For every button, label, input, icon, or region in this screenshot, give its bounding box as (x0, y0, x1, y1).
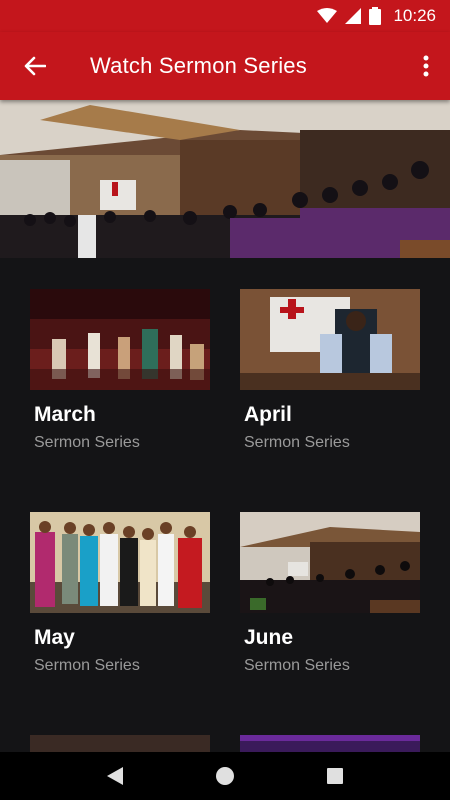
nav-home-icon (216, 767, 234, 785)
app-bar: Watch Sermon Series (0, 32, 450, 100)
sermon-series-grid: March Sermon Series April Sermon Series (0, 258, 450, 752)
arrow-back-icon (24, 56, 46, 76)
signal-icon (345, 8, 362, 24)
back-button[interactable] (0, 32, 70, 100)
nav-back-button[interactable] (85, 752, 145, 800)
wifi-icon (317, 8, 338, 23)
system-nav-bar (0, 752, 450, 800)
nav-recents-icon (327, 768, 343, 784)
overflow-menu-button[interactable] (402, 32, 450, 100)
series-thumbnail (240, 735, 420, 752)
series-thumbnail (30, 512, 210, 613)
series-card-march[interactable]: March Sermon Series (30, 289, 210, 452)
page-title: Watch Sermon Series (90, 53, 307, 78)
nav-home-button[interactable] (195, 752, 255, 800)
series-title: June (244, 626, 294, 649)
series-card-june[interactable]: June Sermon Series (240, 512, 420, 675)
series-subtitle: Sermon Series (244, 434, 350, 451)
more-vert-icon (423, 55, 429, 77)
series-card-partial[interactable] (30, 735, 210, 752)
series-title: April (244, 403, 292, 426)
status-icons: 10:26 (317, 6, 436, 26)
status-bar: 10:26 (0, 0, 450, 32)
series-thumbnail (30, 289, 210, 390)
series-subtitle: Sermon Series (244, 657, 350, 674)
series-title: May (34, 626, 75, 649)
series-title: March (34, 403, 96, 426)
series-thumbnail (30, 735, 210, 752)
series-card-partial[interactable] (240, 735, 420, 752)
series-thumbnail (240, 512, 420, 613)
hero-banner-image (0, 100, 450, 258)
battery-icon (369, 7, 382, 25)
series-card-may[interactable]: May Sermon Series (30, 512, 210, 675)
series-thumbnail (240, 289, 420, 390)
series-card-april[interactable]: April Sermon Series (240, 289, 420, 452)
series-subtitle: Sermon Series (34, 657, 140, 674)
nav-back-icon (107, 767, 123, 785)
nav-recents-button[interactable] (305, 752, 365, 800)
status-time: 10:26 (393, 6, 436, 25)
series-subtitle: Sermon Series (34, 434, 140, 451)
